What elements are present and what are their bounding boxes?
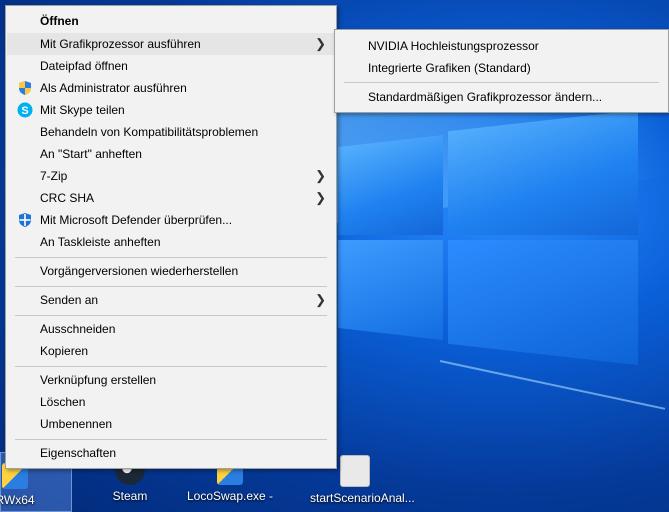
- menu-item-restore-previous-versions[interactable]: Vorgängerversionen wiederherstellen: [7, 260, 335, 282]
- menu-item-troubleshoot-compat[interactable]: Behandeln von Kompatibilitätsproblemen: [7, 121, 335, 143]
- chevron-right-icon: ❯: [315, 190, 326, 205]
- submenu-item-integrated-graphics[interactable]: Integrierte Grafiken (Standard): [336, 57, 667, 79]
- menu-item-7zip[interactable]: 7-Zip ❯: [7, 165, 335, 187]
- menu-item-delete[interactable]: Löschen: [7, 391, 335, 413]
- desktop-icon-label: LocoSwap.exe -: [186, 489, 274, 503]
- menu-item-share-skype[interactable]: S Mit Skype teilen: [7, 99, 335, 121]
- menu-item-send-to[interactable]: Senden an ❯: [7, 289, 335, 311]
- menu-item-pin-to-start[interactable]: An "Start" anheften: [7, 143, 335, 165]
- windows-logo-pane-top-left: [338, 135, 443, 235]
- menu-item-properties[interactable]: Eigenschaften: [7, 442, 335, 464]
- menu-separator: [15, 315, 327, 316]
- wallpaper-glow-line: [439, 360, 666, 410]
- uac-shield-icon: [19, 81, 31, 95]
- chevron-right-icon: ❯: [315, 168, 326, 183]
- menu-separator: [15, 366, 327, 367]
- chevron-right-icon: ❯: [315, 36, 326, 51]
- menu-item-rename[interactable]: Umbenennen: [7, 413, 335, 435]
- menu-item-create-shortcut[interactable]: Verknüpfung erstellen: [7, 369, 335, 391]
- menu-item-run-with-gpu[interactable]: Mit Grafikprozessor ausführen ❯: [7, 33, 335, 55]
- defender-icon: [19, 213, 31, 227]
- menu-item-defender-scan[interactable]: Mit Microsoft Defender überprüfen...: [7, 209, 335, 231]
- menu-separator: [344, 82, 659, 83]
- menu-item-open-file-path[interactable]: Dateipfad öffnen: [7, 55, 335, 77]
- skype-icon: S: [17, 102, 33, 118]
- windows-logo-pane-bottom-right: [448, 240, 638, 365]
- windows-logo-pane-top-right: [448, 110, 638, 235]
- submenu-item-change-default-gpu[interactable]: Standardmäßigen Grafikprozessor ändern..…: [336, 86, 667, 108]
- windows-logo-pane-bottom-left: [338, 240, 443, 340]
- menu-separator: [15, 439, 327, 440]
- desktop-icon-label: startScenarioAnal...: [310, 491, 415, 505]
- menu-item-cut[interactable]: Ausschneiden: [7, 318, 335, 340]
- menu-item-run-as-admin[interactable]: Als Administrator ausführen: [7, 77, 335, 99]
- menu-separator: [15, 257, 327, 258]
- chevron-right-icon: ❯: [315, 292, 326, 307]
- menu-item-open[interactable]: Öffnen: [7, 10, 335, 32]
- menu-item-crc-sha[interactable]: CRC SHA ❯: [7, 187, 335, 209]
- context-menu: Öffnen Mit Grafikprozessor ausführen ❯ Da…: [5, 5, 337, 469]
- desktop-icon-label: RWx64: [0, 493, 35, 507]
- desktop-icon-label: Steam: [112, 489, 148, 503]
- gpu-submenu: NVIDIA Hochleistungsprozessor Integriert…: [334, 29, 669, 113]
- menu-item-copy[interactable]: Kopieren: [7, 340, 335, 362]
- gear-file-icon: [340, 455, 370, 487]
- submenu-item-nvidia[interactable]: NVIDIA Hochleistungsprozessor: [336, 35, 667, 57]
- svg-text:S: S: [21, 105, 28, 117]
- menu-separator: [15, 286, 327, 287]
- menu-item-pin-to-taskbar[interactable]: An Taskleiste anheften: [7, 231, 335, 253]
